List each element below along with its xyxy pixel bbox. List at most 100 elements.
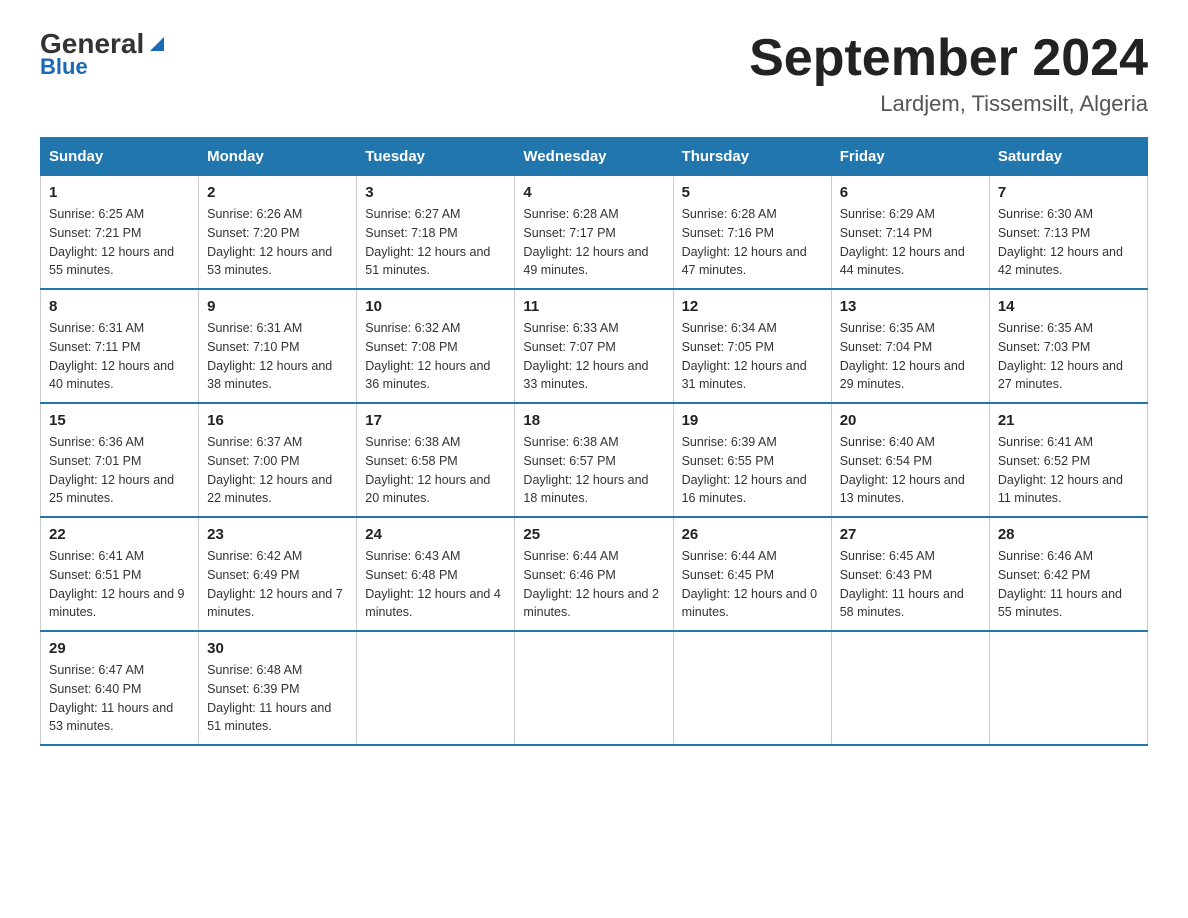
page-header: General Blue September 2024 Lardjem, Tis… bbox=[40, 30, 1148, 117]
day-number: 2 bbox=[207, 184, 348, 201]
day-number: 24 bbox=[365, 526, 506, 543]
day-number: 20 bbox=[840, 412, 981, 429]
day-info: Sunrise: 6:32 AMSunset: 7:08 PMDaylight:… bbox=[365, 319, 506, 394]
day-number: 29 bbox=[49, 640, 190, 657]
day-number: 12 bbox=[682, 298, 823, 315]
calendar-cell bbox=[515, 631, 673, 745]
calendar-cell: 9 Sunrise: 6:31 AMSunset: 7:10 PMDayligh… bbox=[199, 289, 357, 403]
day-info: Sunrise: 6:39 AMSunset: 6:55 PMDaylight:… bbox=[682, 433, 823, 508]
day-number: 8 bbox=[49, 298, 190, 315]
weekday-header-sunday: Sunday bbox=[41, 138, 199, 176]
day-info: Sunrise: 6:41 AMSunset: 6:51 PMDaylight:… bbox=[49, 547, 190, 622]
weekday-header-tuesday: Tuesday bbox=[357, 138, 515, 176]
calendar-cell: 4 Sunrise: 6:28 AMSunset: 7:17 PMDayligh… bbox=[515, 176, 673, 290]
calendar-cell: 13 Sunrise: 6:35 AMSunset: 7:04 PMDaylig… bbox=[831, 289, 989, 403]
calendar-cell: 1 Sunrise: 6:25 AMSunset: 7:21 PMDayligh… bbox=[41, 176, 199, 290]
day-info: Sunrise: 6:43 AMSunset: 6:48 PMDaylight:… bbox=[365, 547, 506, 622]
calendar-cell: 12 Sunrise: 6:34 AMSunset: 7:05 PMDaylig… bbox=[673, 289, 831, 403]
day-info: Sunrise: 6:31 AMSunset: 7:11 PMDaylight:… bbox=[49, 319, 190, 394]
day-number: 17 bbox=[365, 412, 506, 429]
logo-blue: Blue bbox=[40, 54, 88, 80]
day-number: 10 bbox=[365, 298, 506, 315]
day-number: 21 bbox=[998, 412, 1139, 429]
weekday-header-friday: Friday bbox=[831, 138, 989, 176]
day-number: 22 bbox=[49, 526, 190, 543]
calendar-cell: 24 Sunrise: 6:43 AMSunset: 6:48 PMDaylig… bbox=[357, 517, 515, 631]
calendar-cell: 7 Sunrise: 6:30 AMSunset: 7:13 PMDayligh… bbox=[989, 176, 1147, 290]
day-number: 6 bbox=[840, 184, 981, 201]
day-info: Sunrise: 6:35 AMSunset: 7:03 PMDaylight:… bbox=[998, 319, 1139, 394]
calendar-cell: 8 Sunrise: 6:31 AMSunset: 7:11 PMDayligh… bbox=[41, 289, 199, 403]
day-number: 27 bbox=[840, 526, 981, 543]
day-info: Sunrise: 6:28 AMSunset: 7:16 PMDaylight:… bbox=[682, 205, 823, 280]
calendar-week-row: 22 Sunrise: 6:41 AMSunset: 6:51 PMDaylig… bbox=[41, 517, 1148, 631]
calendar-cell bbox=[989, 631, 1147, 745]
calendar-week-row: 29 Sunrise: 6:47 AMSunset: 6:40 PMDaylig… bbox=[41, 631, 1148, 745]
day-number: 19 bbox=[682, 412, 823, 429]
day-number: 15 bbox=[49, 412, 190, 429]
day-number: 25 bbox=[523, 526, 664, 543]
calendar-cell bbox=[357, 631, 515, 745]
day-number: 1 bbox=[49, 184, 190, 201]
day-info: Sunrise: 6:44 AMSunset: 6:46 PMDaylight:… bbox=[523, 547, 664, 622]
day-info: Sunrise: 6:33 AMSunset: 7:07 PMDaylight:… bbox=[523, 319, 664, 394]
calendar-cell bbox=[673, 631, 831, 745]
calendar-cell: 21 Sunrise: 6:41 AMSunset: 6:52 PMDaylig… bbox=[989, 403, 1147, 517]
location-subtitle: Lardjem, Tissemsilt, Algeria bbox=[749, 91, 1148, 117]
day-number: 4 bbox=[523, 184, 664, 201]
day-info: Sunrise: 6:26 AMSunset: 7:20 PMDaylight:… bbox=[207, 205, 348, 280]
title-block: September 2024 Lardjem, Tissemsilt, Alge… bbox=[749, 30, 1148, 117]
calendar-cell: 23 Sunrise: 6:42 AMSunset: 6:49 PMDaylig… bbox=[199, 517, 357, 631]
day-info: Sunrise: 6:34 AMSunset: 7:05 PMDaylight:… bbox=[682, 319, 823, 394]
calendar-week-row: 15 Sunrise: 6:36 AMSunset: 7:01 PMDaylig… bbox=[41, 403, 1148, 517]
day-number: 16 bbox=[207, 412, 348, 429]
day-info: Sunrise: 6:47 AMSunset: 6:40 PMDaylight:… bbox=[49, 661, 190, 736]
day-number: 13 bbox=[840, 298, 981, 315]
calendar-cell: 19 Sunrise: 6:39 AMSunset: 6:55 PMDaylig… bbox=[673, 403, 831, 517]
day-number: 5 bbox=[682, 184, 823, 201]
weekday-header-monday: Monday bbox=[199, 138, 357, 176]
calendar-cell: 11 Sunrise: 6:33 AMSunset: 7:07 PMDaylig… bbox=[515, 289, 673, 403]
calendar-cell: 25 Sunrise: 6:44 AMSunset: 6:46 PMDaylig… bbox=[515, 517, 673, 631]
day-number: 3 bbox=[365, 184, 506, 201]
day-info: Sunrise: 6:31 AMSunset: 7:10 PMDaylight:… bbox=[207, 319, 348, 394]
day-info: Sunrise: 6:48 AMSunset: 6:39 PMDaylight:… bbox=[207, 661, 348, 736]
day-number: 28 bbox=[998, 526, 1139, 543]
day-number: 23 bbox=[207, 526, 348, 543]
day-info: Sunrise: 6:27 AMSunset: 7:18 PMDaylight:… bbox=[365, 205, 506, 280]
calendar-cell: 10 Sunrise: 6:32 AMSunset: 7:08 PMDaylig… bbox=[357, 289, 515, 403]
calendar-cell: 18 Sunrise: 6:38 AMSunset: 6:57 PMDaylig… bbox=[515, 403, 673, 517]
calendar-cell: 14 Sunrise: 6:35 AMSunset: 7:03 PMDaylig… bbox=[989, 289, 1147, 403]
logo-triangle-icon bbox=[146, 33, 168, 55]
calendar-table: SundayMondayTuesdayWednesdayThursdayFrid… bbox=[40, 137, 1148, 746]
day-number: 30 bbox=[207, 640, 348, 657]
calendar-cell: 26 Sunrise: 6:44 AMSunset: 6:45 PMDaylig… bbox=[673, 517, 831, 631]
day-number: 26 bbox=[682, 526, 823, 543]
calendar-cell: 20 Sunrise: 6:40 AMSunset: 6:54 PMDaylig… bbox=[831, 403, 989, 517]
calendar-cell: 15 Sunrise: 6:36 AMSunset: 7:01 PMDaylig… bbox=[41, 403, 199, 517]
calendar-cell: 3 Sunrise: 6:27 AMSunset: 7:18 PMDayligh… bbox=[357, 176, 515, 290]
calendar-cell: 16 Sunrise: 6:37 AMSunset: 7:00 PMDaylig… bbox=[199, 403, 357, 517]
day-info: Sunrise: 6:38 AMSunset: 6:58 PMDaylight:… bbox=[365, 433, 506, 508]
calendar-cell: 5 Sunrise: 6:28 AMSunset: 7:16 PMDayligh… bbox=[673, 176, 831, 290]
day-info: Sunrise: 6:44 AMSunset: 6:45 PMDaylight:… bbox=[682, 547, 823, 622]
calendar-cell bbox=[831, 631, 989, 745]
calendar-cell: 17 Sunrise: 6:38 AMSunset: 6:58 PMDaylig… bbox=[357, 403, 515, 517]
calendar-cell: 2 Sunrise: 6:26 AMSunset: 7:20 PMDayligh… bbox=[199, 176, 357, 290]
month-year-title: September 2024 bbox=[749, 30, 1148, 87]
day-info: Sunrise: 6:28 AMSunset: 7:17 PMDaylight:… bbox=[523, 205, 664, 280]
day-info: Sunrise: 6:40 AMSunset: 6:54 PMDaylight:… bbox=[840, 433, 981, 508]
calendar-cell: 22 Sunrise: 6:41 AMSunset: 6:51 PMDaylig… bbox=[41, 517, 199, 631]
day-number: 18 bbox=[523, 412, 664, 429]
calendar-week-row: 1 Sunrise: 6:25 AMSunset: 7:21 PMDayligh… bbox=[41, 176, 1148, 290]
day-info: Sunrise: 6:25 AMSunset: 7:21 PMDaylight:… bbox=[49, 205, 190, 280]
day-info: Sunrise: 6:36 AMSunset: 7:01 PMDaylight:… bbox=[49, 433, 190, 508]
calendar-cell: 28 Sunrise: 6:46 AMSunset: 6:42 PMDaylig… bbox=[989, 517, 1147, 631]
day-info: Sunrise: 6:45 AMSunset: 6:43 PMDaylight:… bbox=[840, 547, 981, 622]
day-info: Sunrise: 6:42 AMSunset: 6:49 PMDaylight:… bbox=[207, 547, 348, 622]
day-number: 11 bbox=[523, 298, 664, 315]
day-info: Sunrise: 6:38 AMSunset: 6:57 PMDaylight:… bbox=[523, 433, 664, 508]
day-info: Sunrise: 6:37 AMSunset: 7:00 PMDaylight:… bbox=[207, 433, 348, 508]
calendar-cell: 29 Sunrise: 6:47 AMSunset: 6:40 PMDaylig… bbox=[41, 631, 199, 745]
weekday-header-wednesday: Wednesday bbox=[515, 138, 673, 176]
